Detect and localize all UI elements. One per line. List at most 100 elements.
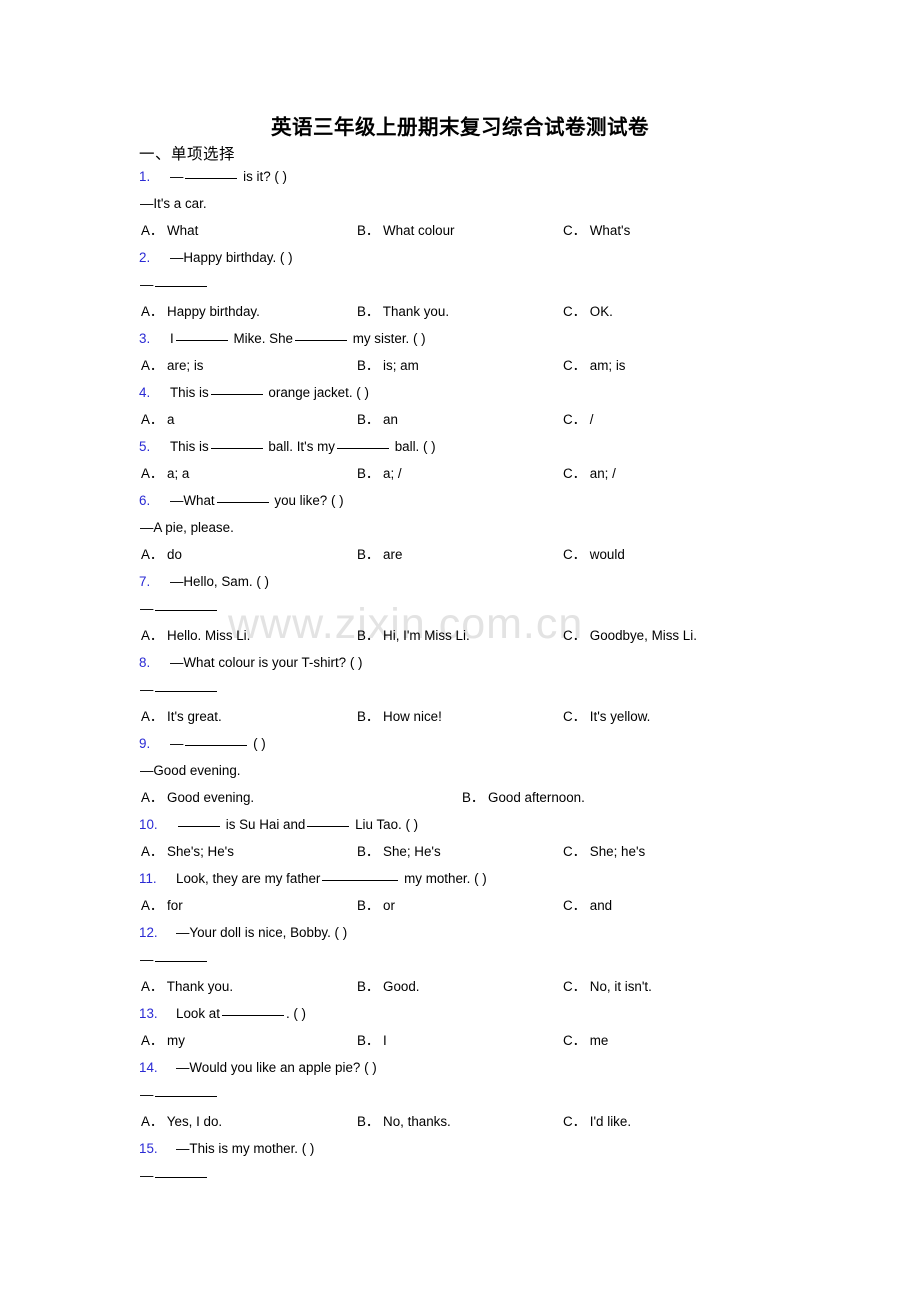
options-line: A． a; a B． a; / C． an; / bbox=[0, 460, 920, 487]
option-a[interactable]: A． Yes, I do. bbox=[141, 1108, 222, 1135]
question-stem-line: 3. I Mike. She my sister. ( ) bbox=[0, 325, 920, 352]
continuation-text: — bbox=[140, 946, 209, 973]
options-line: A． Yes, I do. B． No, thanks. C． I'd like. bbox=[0, 1108, 920, 1135]
option-b[interactable]: B． are bbox=[357, 541, 402, 568]
question-text: — ( ) bbox=[170, 736, 266, 751]
option-a[interactable]: A． a; a bbox=[141, 460, 189, 487]
option-c[interactable]: C． an; / bbox=[563, 460, 616, 487]
question-stem-line: 9. — ( ) bbox=[0, 730, 920, 757]
question-text: I Mike. She my sister. ( ) bbox=[170, 331, 426, 346]
option-a[interactable]: A． Thank you. bbox=[141, 973, 233, 1000]
question-continuation-line: — bbox=[0, 1081, 920, 1108]
continuation-text: — bbox=[140, 271, 209, 298]
option-b[interactable]: B． Thank you. bbox=[357, 298, 449, 325]
question-continuation-line: — bbox=[0, 676, 920, 703]
options-line: A． Happy birthday. B． Thank you. C． OK. bbox=[0, 298, 920, 325]
option-a[interactable]: A． She's; He's bbox=[141, 838, 234, 865]
option-b[interactable]: B． How nice! bbox=[357, 703, 442, 730]
option-a[interactable]: A． are; is bbox=[141, 352, 204, 379]
option-c[interactable]: C． and bbox=[563, 892, 612, 919]
option-c[interactable]: C． No, it isn't. bbox=[563, 973, 652, 1000]
answer-blank bbox=[322, 880, 399, 881]
option-b[interactable]: B． a; / bbox=[357, 460, 402, 487]
question-continuation-line: —Good evening. bbox=[0, 757, 920, 784]
question-number: 13. bbox=[139, 1006, 158, 1021]
question-number: 12. bbox=[139, 925, 158, 940]
question-continuation-line: — bbox=[0, 946, 920, 973]
option-b[interactable]: B． Good afternoon. bbox=[462, 784, 585, 811]
question-stem-line: 2. —Happy birthday. ( ) bbox=[0, 244, 920, 271]
question-continuation-line: — bbox=[0, 1162, 920, 1189]
option-b[interactable]: B． an bbox=[357, 406, 398, 433]
answer-blank bbox=[295, 340, 347, 341]
options-line: A． Hello. Miss Li. B． Hi, I'm Miss Li. C． … bbox=[0, 622, 920, 649]
option-c[interactable]: C． me bbox=[563, 1027, 608, 1054]
answer-blank bbox=[175, 340, 228, 341]
option-b[interactable]: B． Good. bbox=[357, 973, 420, 1000]
question-stem-line: 15. —This is my mother. ( ) bbox=[0, 1135, 920, 1162]
option-b[interactable]: B． Hi, I'm Miss Li. bbox=[357, 622, 470, 649]
option-c[interactable]: C． / bbox=[563, 406, 594, 433]
option-a[interactable]: A． What bbox=[141, 217, 198, 244]
question-number: 6. bbox=[139, 493, 151, 508]
continuation-text: — bbox=[140, 676, 219, 703]
question-stem-line: 5. This is ball. It's my ball. ( ) bbox=[0, 433, 920, 460]
question-stem-line: 4. This is orange jacket. ( ) bbox=[0, 379, 920, 406]
answer-blank bbox=[210, 448, 263, 449]
option-c[interactable]: C． She; he's bbox=[563, 838, 645, 865]
option-a[interactable]: A． a bbox=[141, 406, 175, 433]
option-a[interactable]: A． for bbox=[141, 892, 183, 919]
question-continuation-line: —A pie, please. bbox=[0, 514, 920, 541]
question-number: 7. bbox=[139, 574, 151, 589]
option-b[interactable]: B． I bbox=[357, 1027, 387, 1054]
question-stem-line: 6. —What you like? ( ) bbox=[0, 487, 920, 514]
question-number: 8. bbox=[139, 655, 151, 670]
option-b[interactable]: B． is; am bbox=[357, 352, 419, 379]
option-b[interactable]: B． No, thanks. bbox=[357, 1108, 451, 1135]
option-b[interactable]: B． or bbox=[357, 892, 395, 919]
option-c[interactable]: C． What's bbox=[563, 217, 630, 244]
option-a[interactable]: A． do bbox=[141, 541, 182, 568]
option-c[interactable]: C． would bbox=[563, 541, 625, 568]
option-c[interactable]: C． I'd like. bbox=[563, 1108, 631, 1135]
question-number: 1. bbox=[139, 169, 151, 184]
question-number: 2. bbox=[139, 250, 151, 265]
question-stem-line: 13. Look at. ( ) bbox=[0, 1000, 920, 1027]
options-line: A． What B． What colour C． What's bbox=[0, 217, 920, 244]
question-text: is Su Hai and Liu Tao. ( ) bbox=[176, 811, 418, 838]
answer-blank bbox=[155, 691, 218, 692]
question-continuation-line: — bbox=[0, 595, 920, 622]
option-c[interactable]: C． am; is bbox=[563, 352, 626, 379]
question-number: 11. bbox=[139, 871, 157, 886]
question-text: —Would you like an apple pie? ( ) bbox=[176, 1060, 377, 1075]
options-line: A． Thank you. B． Good. C． No, it isn't. bbox=[0, 973, 920, 1000]
answer-blank bbox=[155, 286, 208, 287]
question-text: Look at. ( ) bbox=[176, 1006, 307, 1021]
question-stem-line: 10. is Su Hai and Liu Tao. ( ) bbox=[0, 811, 920, 838]
options-line: A． do B． are C． would bbox=[0, 541, 920, 568]
question-text: This is orange jacket. ( ) bbox=[170, 385, 369, 400]
answer-blank bbox=[155, 1177, 208, 1178]
option-c[interactable]: C． It's yellow. bbox=[563, 703, 650, 730]
options-line: A． a B． an C． / bbox=[0, 406, 920, 433]
question-number: 9. bbox=[139, 736, 151, 751]
option-b[interactable]: B． What colour bbox=[357, 217, 455, 244]
option-c[interactable]: C． OK. bbox=[563, 298, 613, 325]
option-a[interactable]: A． Good evening. bbox=[141, 784, 254, 811]
option-a[interactable]: A． Happy birthday. bbox=[141, 298, 260, 325]
continuation-text: — bbox=[140, 595, 219, 622]
answer-blank bbox=[216, 502, 269, 503]
options-line: A． my B． I C． me bbox=[0, 1027, 920, 1054]
section-heading: 一、单项选择 bbox=[139, 145, 236, 163]
question-text: Look, they are my father my mother. ( ) bbox=[176, 871, 487, 886]
option-a[interactable]: A． Hello. Miss Li. bbox=[141, 622, 250, 649]
answer-blank bbox=[178, 826, 220, 827]
option-a[interactable]: A． my bbox=[141, 1027, 185, 1054]
option-a[interactable]: A． It's great. bbox=[141, 703, 222, 730]
options-line: A． She's; He's B． She; He's C． She; he's bbox=[0, 838, 920, 865]
continuation-text: —Good evening. bbox=[140, 763, 241, 778]
answer-blank bbox=[185, 745, 248, 746]
option-b[interactable]: B． She; He's bbox=[357, 838, 441, 865]
answer-blank bbox=[155, 610, 218, 611]
option-c[interactable]: C． Goodbye, Miss Li. bbox=[563, 622, 697, 649]
